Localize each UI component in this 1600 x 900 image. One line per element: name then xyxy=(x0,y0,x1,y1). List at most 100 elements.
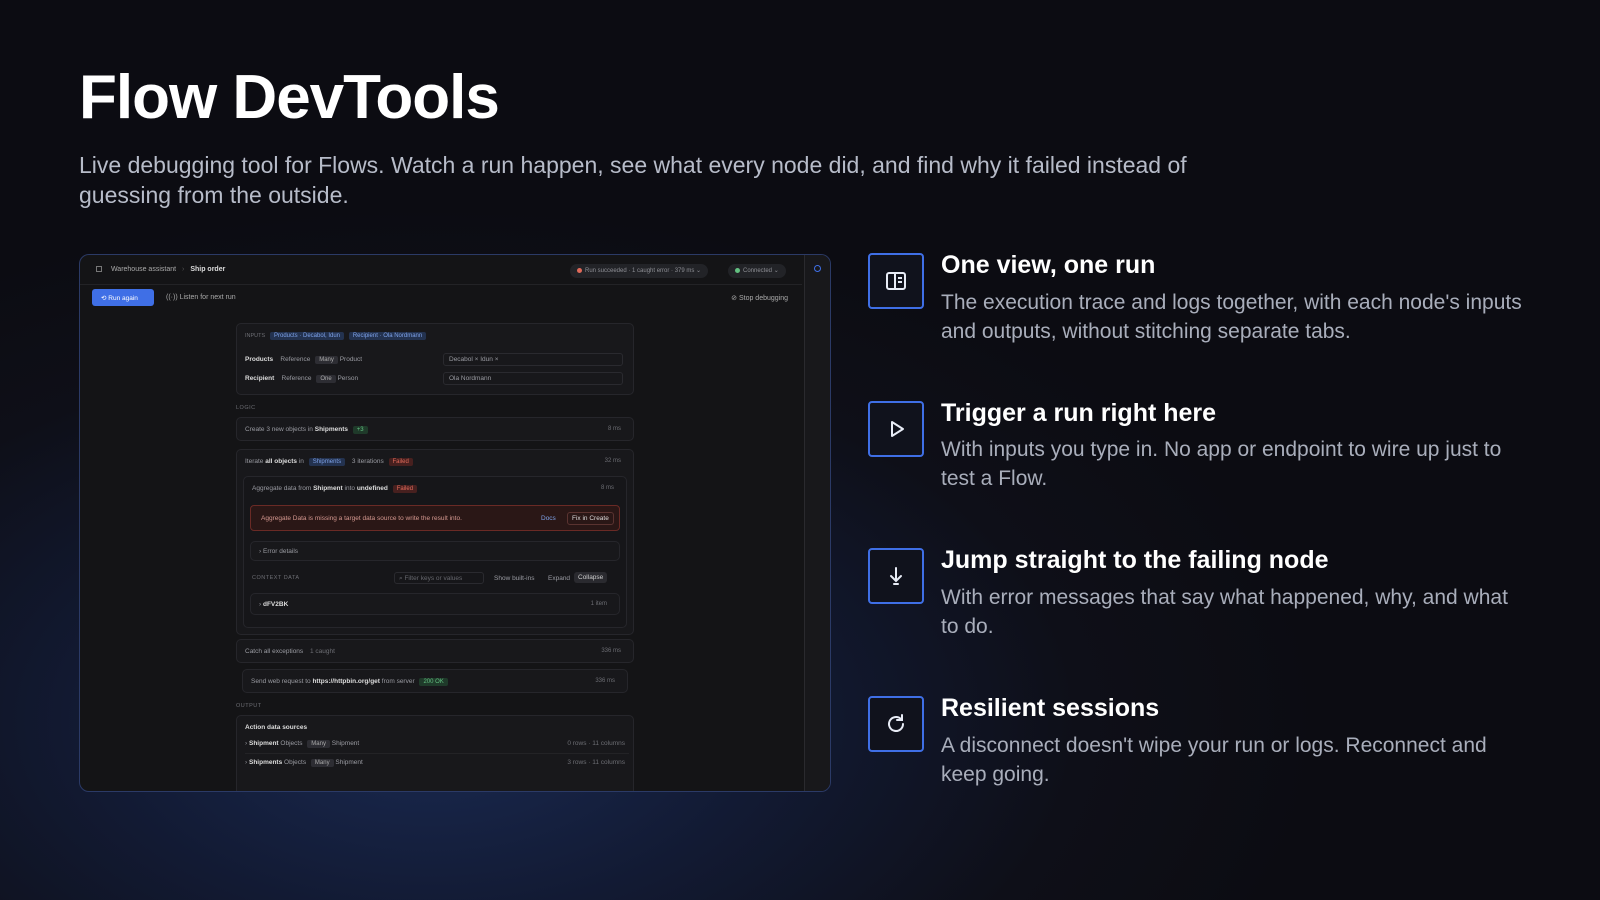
out2-name: Shipments xyxy=(248,759,283,766)
feature-title-resilient: Resilient sessions xyxy=(941,694,1160,722)
filter-placeholder: Filter keys or values xyxy=(404,575,463,582)
run-again-button[interactable]: ⟲ Run again xyxy=(92,289,154,306)
play-icon xyxy=(868,401,924,457)
stop-debugging-button[interactable]: ⊘ Stop debugging xyxy=(731,294,788,302)
node-iterate[interactable]: Iterate all objects in Shipments 3 itera… xyxy=(236,449,634,635)
recipient-select[interactable]: Ola Nordmann xyxy=(443,372,623,385)
error-banner: Aggregate Data is missing a target data … xyxy=(250,505,620,531)
node2-status: Failed xyxy=(388,458,413,466)
breadcrumb-app[interactable]: Warehouse assistant xyxy=(111,266,176,273)
show-builtins-button[interactable]: Show built-ins xyxy=(494,575,534,582)
devtools-topbar: Warehouse assistant › Ship order Run suc… xyxy=(80,255,802,285)
rail-icon[interactable] xyxy=(814,265,821,272)
connection-text: Connected xyxy=(743,268,773,274)
inputs-label: INPUTS xyxy=(245,333,266,339)
breadcrumb-page: Ship order xyxy=(190,266,226,273)
expand-button[interactable]: Expand xyxy=(548,575,570,582)
node5-time: 336 ms xyxy=(595,678,615,684)
panel-toggle-icon[interactable] xyxy=(96,266,102,273)
node4-tag: 1 caught xyxy=(309,648,335,655)
run-status-text: Run succeeded · 1 caught error · 379 ms xyxy=(585,268,695,274)
node2-in: in xyxy=(298,458,304,465)
feature-title-trigger: Trigger a run right here xyxy=(941,399,1217,427)
products-ref: Reference xyxy=(280,356,311,363)
out1-type: Shipment xyxy=(331,740,360,747)
output-label: OUTPUT xyxy=(236,703,262,709)
node2-target: Shipments xyxy=(308,458,346,466)
recipient-one-tag: One xyxy=(316,375,336,383)
out1-name: Shipment xyxy=(248,740,279,747)
page-subtitle: Live debugging tool for Flows. Watch a r… xyxy=(79,152,1187,208)
node-create-objects[interactable]: Create 3 new objects in Shipments +3 8 m… xyxy=(236,417,634,441)
collapse-button[interactable]: Collapse xyxy=(574,572,608,583)
context-key: dFV2BK xyxy=(262,601,289,608)
page-title: Flow DevTools xyxy=(79,63,500,132)
node1-time: 8 ms xyxy=(607,426,621,432)
products-label: Products xyxy=(245,356,274,363)
node5-suffix: from server xyxy=(381,678,415,685)
context-meta: 1 item xyxy=(590,601,607,607)
feature-title-failing-node: Jump straight to the failing node xyxy=(941,546,1329,574)
node1-tag: +3 xyxy=(352,426,368,434)
input-tag-recipient: Recipient · Ola Nordmann xyxy=(348,332,427,340)
broadcast-icon: ((·)) xyxy=(166,294,180,301)
error-details-toggle[interactable]: › Error details xyxy=(250,541,620,561)
error-dot-icon xyxy=(577,267,582,273)
devtools-screenshot: Warehouse assistant › Ship order Run suc… xyxy=(79,254,831,792)
out2-type: Shipment xyxy=(335,759,363,766)
recipient-input-row: Recipient Reference One Person xyxy=(245,375,358,383)
recipient-label: Recipient xyxy=(245,375,275,382)
recipient-value: Ola Nordmann xyxy=(449,375,492,382)
node-web-request[interactable]: Send web request to https://httpbin.org/… xyxy=(242,669,628,693)
out2-kind: Objects xyxy=(284,759,307,766)
listen-button[interactable]: ((·)) Listen for next run xyxy=(166,294,236,301)
node4-time: 336 ms xyxy=(601,648,621,654)
node3-time: 8 ms xyxy=(600,485,614,491)
products-many-tag: Many xyxy=(315,356,338,364)
node-catch[interactable]: Catch all exceptions 1 caught 336 ms xyxy=(236,639,634,663)
node1-prefix: Create 3 new objects in xyxy=(245,426,313,433)
node3-prefix: Aggregate data from xyxy=(252,485,312,492)
feature-desc-resilient: A disconnect doesn't wipe your run or lo… xyxy=(941,734,1487,786)
recipient-ref: Reference xyxy=(281,375,312,382)
connected-dot-icon xyxy=(735,267,740,273)
node2-iterations: 3 iterations xyxy=(351,458,384,465)
stop-debugging-label: Stop debugging xyxy=(738,295,788,302)
logic-label: LOGIC xyxy=(236,405,256,411)
feature-title-one-view: One view, one run xyxy=(941,251,1156,279)
out1-kind: Objects xyxy=(280,740,303,747)
context-item[interactable]: › dFV2BK 1 item xyxy=(250,593,620,615)
inputs-card: INPUTS Products · Decabol, Idun Recipien… xyxy=(236,323,634,395)
out1-tag: Many xyxy=(307,740,330,748)
products-select[interactable]: Decabol × Idun × xyxy=(443,353,623,366)
feature-desc-trigger: With inputs you type in. No app or endpo… xyxy=(941,438,1502,490)
context-data-label: CONTEXT DATA xyxy=(252,575,300,581)
products-input-row: Products Reference Many Product xyxy=(245,356,362,364)
inputs-header[interactable]: INPUTS Products · Decabol, Idun Recipien… xyxy=(245,332,427,340)
filter-input[interactable]: ⌕ Filter keys or values xyxy=(394,572,484,584)
node3-target: undefined xyxy=(356,485,388,492)
connection-pill[interactable]: Connected ⌄ xyxy=(728,264,786,278)
listen-label: Listen for next run xyxy=(179,294,236,301)
error-docs-link[interactable]: Docs xyxy=(541,515,556,522)
output-row-shipment[interactable]: › Shipment Objects Many Shipment 0 rows … xyxy=(245,740,629,754)
out1-meta: 0 rows · 11 columns xyxy=(567,740,625,747)
node2-bold: all objects xyxy=(265,458,298,465)
panel-layout-icon xyxy=(868,253,924,309)
breadcrumb: Warehouse assistant › Ship order xyxy=(96,266,225,273)
run-status-pill[interactable]: Run succeeded · 1 caught error · 379 ms … xyxy=(570,264,709,278)
node2-prefix: Iterate xyxy=(245,458,264,465)
output-row-shipments[interactable]: › Shipments Objects Many Shipment 3 rows… xyxy=(245,759,629,773)
node2-time: 32 ms xyxy=(604,458,621,464)
node-aggregate[interactable]: Aggregate data from Shipment into undefi… xyxy=(243,476,627,628)
run-again-label: Run again xyxy=(108,295,138,302)
node1-target: Shipments xyxy=(314,426,348,433)
devtools-toolbar: ⟲ Run again ((·)) Listen for next run ⊘ … xyxy=(80,285,802,313)
node5-prefix: Send web request to xyxy=(251,678,311,685)
feature-desc-one-view: The execution trace and logs together, w… xyxy=(941,291,1522,343)
node3-into: into xyxy=(344,485,355,492)
fix-in-create-button[interactable]: Fix in Create xyxy=(567,512,614,525)
out2-tag: Many xyxy=(310,759,334,767)
recipient-type: Person xyxy=(337,375,359,382)
node5-status: 200 OK xyxy=(419,678,448,686)
